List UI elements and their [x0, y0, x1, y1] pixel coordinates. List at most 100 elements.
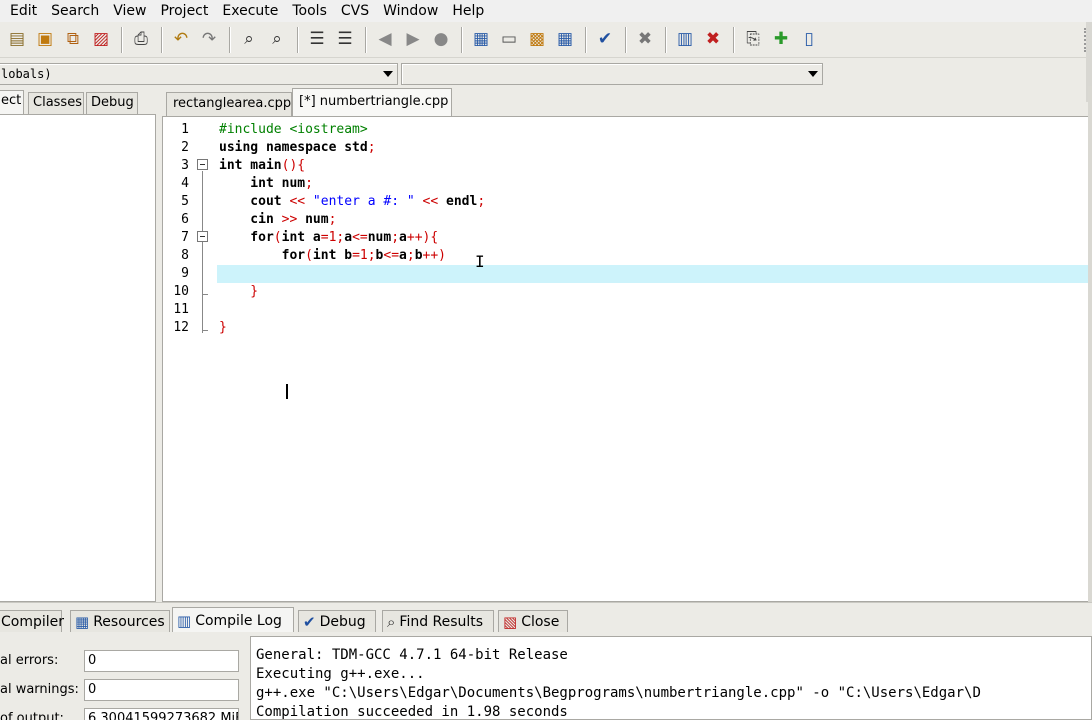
new-project-icon[interactable]: ⎘ [740, 27, 766, 53]
code-token: using namespace [219, 140, 337, 155]
save-all-icon[interactable]: ⧉ [60, 27, 86, 53]
code-token: int [281, 230, 306, 245]
add-file-icon[interactable]: ✚ [768, 27, 794, 53]
code-token: ; [477, 194, 486, 209]
tab-find-results[interactable]: ⌕ Find Results [382, 610, 494, 633]
code-token: ++) [422, 248, 446, 263]
code-line[interactable]: cout << "enter a #: " << endl; [219, 193, 1091, 211]
delete-profile-icon[interactable]: ✖ [700, 27, 726, 53]
close-file-icon[interactable]: ▨ [88, 27, 114, 53]
menu-cvs[interactable]: CVS [336, 3, 374, 19]
undo-icon[interactable]: ↶ [168, 27, 194, 53]
tab-numbertriangle[interactable]: [*] numbertriangle.cpp [292, 88, 452, 116]
code-line[interactable]: } [219, 283, 1091, 301]
find-icon[interactable]: ⌕ [236, 27, 262, 53]
syntax-check-icon[interactable]: ✔ [592, 27, 618, 53]
code-editor[interactable]: 1 2 3 4 5 6 7 8 9 10 11 12 #include <iostream> using… [162, 116, 1092, 602]
code-line[interactable]: int num; [219, 175, 1091, 193]
log-line: Compilation succeeded in 1.98 seconds [256, 704, 568, 720]
bookmark-icon[interactable]: ● [428, 27, 454, 53]
tab-debug[interactable]: Debug [86, 92, 138, 114]
log-line: Executing g++.exe... [256, 666, 425, 682]
code-token: num [367, 230, 392, 245]
scope-combo-left[interactable]: lobals) [0, 63, 398, 85]
toolbar-separator [121, 26, 123, 53]
insert-icon[interactable]: ▯ [796, 27, 822, 53]
toolbar-separator [733, 26, 735, 53]
tab-compile-log[interactable]: ▥ Compile Log [172, 607, 294, 633]
fold-toggle-icon[interactable] [197, 231, 208, 242]
tab-close[interactable]: ▧ Close [498, 610, 568, 633]
toolbar-separator [585, 26, 587, 53]
tab-close-label: Close [521, 614, 560, 630]
line-number: 4 [181, 176, 189, 191]
left-panel-tabs: ect Classes Debug [0, 90, 162, 115]
scope-bar: lobals) [0, 60, 1092, 86]
menu-view[interactable]: View [108, 3, 151, 19]
current-code-line[interactable] [217, 265, 1091, 283]
redo-icon[interactable]: ↷ [196, 27, 222, 53]
tab-debug-output-label: Debug [319, 614, 366, 630]
fold-end-marker [202, 294, 208, 295]
total-errors-label: al errors: [0, 653, 59, 668]
menu-window[interactable]: Window [378, 3, 443, 19]
scope-combo-left-value: lobals) [1, 67, 52, 81]
print-icon[interactable]: ⎙ [128, 27, 154, 53]
code-token: } [219, 320, 227, 335]
menu-search[interactable]: Search [46, 3, 104, 19]
compile-log-panel: al errors: 0 al warnings: 0 of output: 6… [0, 632, 1092, 720]
back-icon[interactable]: ◀ [372, 27, 398, 53]
unindent-icon[interactable]: ☰ [332, 27, 358, 53]
code-line[interactable]: using namespace std; [219, 139, 1091, 157]
replace-icon[interactable]: ⌕ [264, 27, 290, 53]
fold-toggle-icon[interactable] [197, 159, 208, 170]
output-size-label: of output: [0, 711, 64, 720]
menu-help[interactable]: Help [447, 3, 489, 19]
line-number: 6 [181, 212, 189, 227]
forward-icon[interactable]: ▶ [400, 27, 426, 53]
open-project-icon[interactable]: ▤ [4, 27, 30, 53]
tab-compiler[interactable]: Compiler [0, 610, 64, 633]
profile-icon[interactable]: ▥ [672, 27, 698, 53]
menu-project[interactable]: Project [155, 3, 213, 19]
project-browser[interactable] [0, 114, 156, 602]
code-line[interactable]: int main(){ [219, 157, 1091, 175]
save-icon[interactable]: ▣ [32, 27, 58, 53]
code-line[interactable]: #include <iostream> [219, 121, 1091, 139]
compile-icon[interactable]: ▦ [468, 27, 494, 53]
compile-run-icon[interactable]: ▩ [524, 27, 550, 53]
compile-log-output[interactable]: General: TDM-GCC 4.7.1 64-bit Release Ex… [250, 636, 1092, 720]
run-icon[interactable]: ▭ [496, 27, 522, 53]
scope-combo-right[interactable] [401, 63, 823, 85]
code-token: num [297, 212, 329, 227]
fold-guide [202, 171, 203, 333]
tab-project[interactable]: ect [0, 90, 24, 115]
code-line[interactable] [219, 301, 1091, 319]
code-token: cin [219, 212, 282, 227]
stop-icon[interactable]: ✖ [632, 27, 658, 53]
code-token: ( [273, 230, 282, 245]
code-token: ; [367, 140, 376, 155]
menu-tools[interactable]: Tools [287, 3, 332, 19]
indent-icon[interactable]: ☰ [304, 27, 330, 53]
tab-debug-output[interactable]: ✔ Debug [298, 610, 376, 633]
tab-classes[interactable]: Classes [28, 92, 84, 114]
close-icon: ▧ [503, 613, 518, 631]
code-line[interactable]: for(int b=1;b<=a;b++) [219, 247, 1091, 265]
fold-end-marker [202, 330, 208, 331]
toolbar-separator [365, 26, 367, 53]
tab-rectanglearea[interactable]: rectanglearea.cpp [166, 92, 292, 116]
chevron-down-icon [808, 71, 818, 77]
menu-execute[interactable]: Execute [217, 3, 283, 19]
find-results-icon: ⌕ [387, 613, 396, 631]
tab-resources[interactable]: ▦ Resources [70, 610, 170, 633]
line-number: 7 [181, 230, 189, 245]
code-line[interactable]: cin >> num; [219, 211, 1091, 229]
code-token: int [219, 158, 243, 173]
code-line[interactable]: for(int a=1;a<=num;a++){ [219, 229, 1091, 247]
mouse-ibeam-icon: Ι [475, 252, 485, 271]
code-line[interactable]: } [219, 319, 1091, 337]
menu-edit[interactable]: Edit [5, 3, 42, 19]
rebuild-icon[interactable]: ▦ [552, 27, 578, 53]
line-number: 11 [173, 302, 189, 317]
